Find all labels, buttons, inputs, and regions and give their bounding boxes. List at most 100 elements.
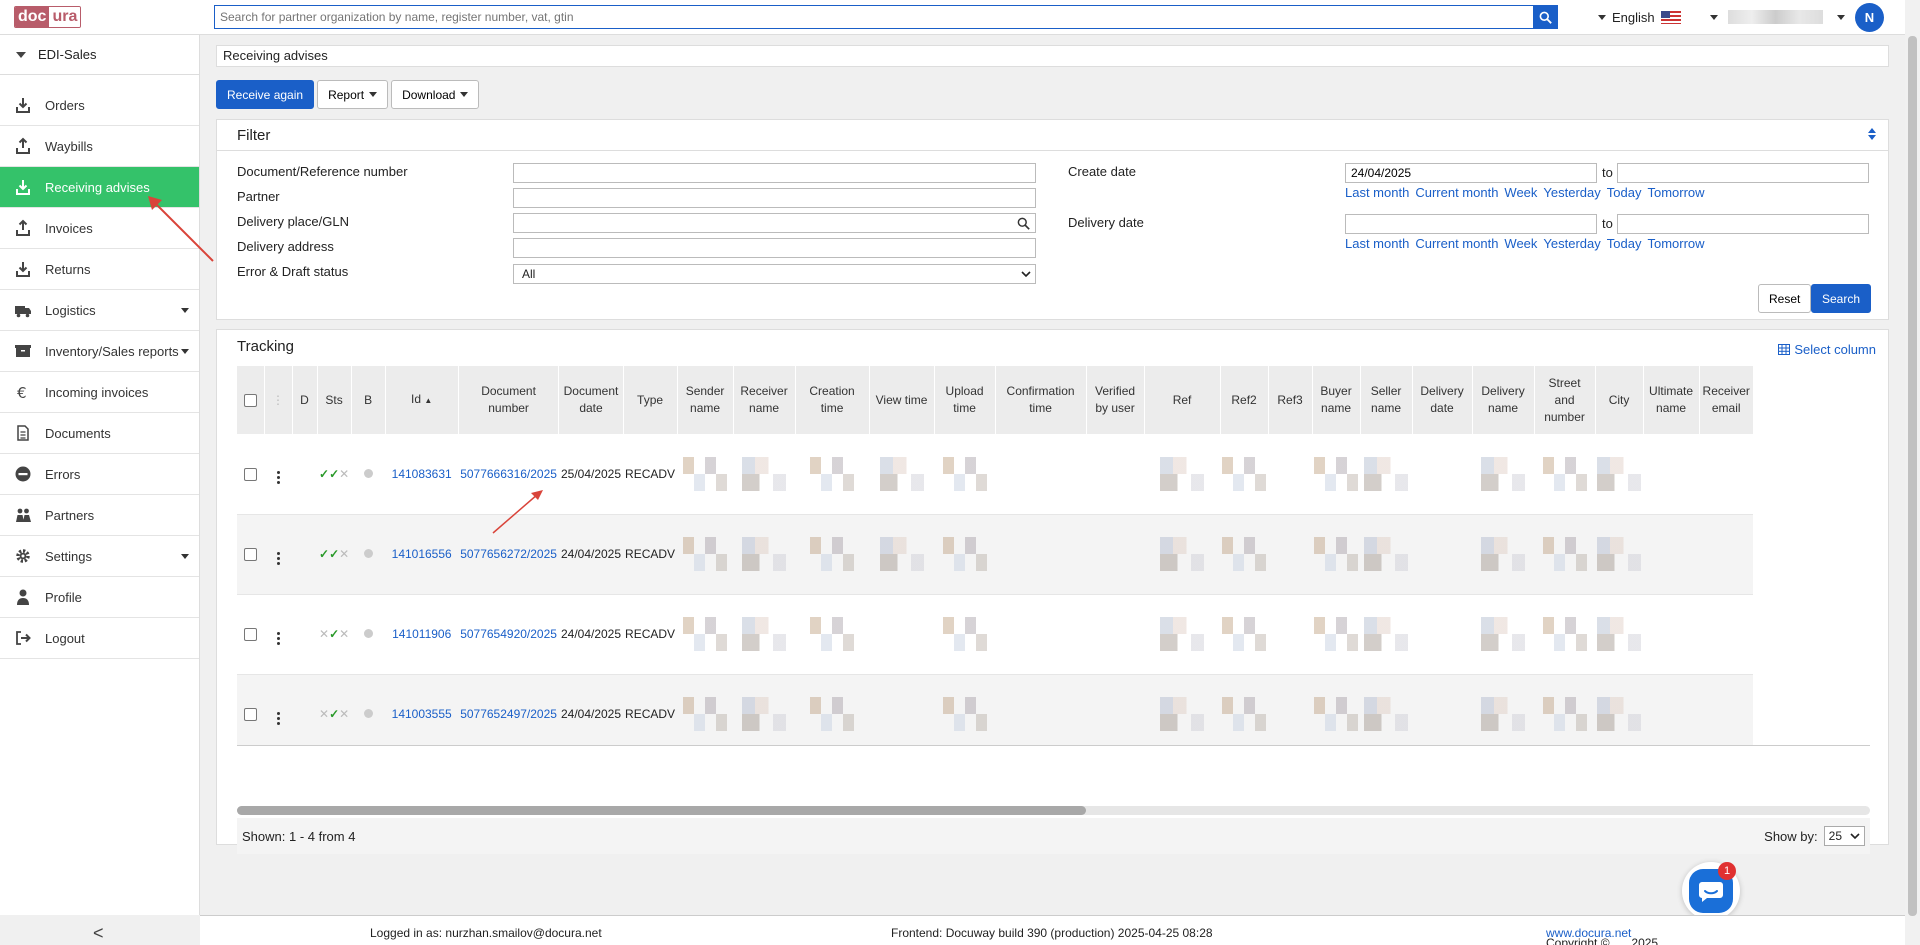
column-header[interactable]: Buyer name xyxy=(1312,366,1361,434)
select-column-button[interactable]: Select column xyxy=(1778,342,1876,357)
kebab-menu-icon[interactable] xyxy=(276,711,280,725)
column-header[interactable]: Id ▲ xyxy=(385,366,459,434)
sidebar-item-returns[interactable]: Returns xyxy=(0,249,199,290)
column-header[interactable]: Seller name xyxy=(1360,366,1413,434)
column-header[interactable]: Delivery date xyxy=(1412,366,1473,434)
sidebar-item-inventory-sales-reports[interactable]: Inventory/Sales reports xyxy=(0,331,199,372)
sidebar-item-invoices[interactable]: Invoices xyxy=(0,208,199,249)
column-header[interactable]: Ultimate name xyxy=(1643,366,1700,434)
sidebar-item-documents[interactable]: Documents xyxy=(0,413,199,454)
sidebar-item-receiving-advises[interactable]: Receiving advises xyxy=(0,167,199,208)
sidebar-item-logistics[interactable]: Logistics xyxy=(0,290,199,331)
chat-widget-button[interactable]: 1 xyxy=(1682,862,1740,920)
document-number-link[interactable]: 5077656272/2025 xyxy=(460,547,557,561)
column-header[interactable]: Creation time xyxy=(795,366,870,434)
sidebar-section-edi-sales[interactable]: EDI-Sales xyxy=(0,35,199,75)
search-button[interactable] xyxy=(1533,6,1557,28)
reset-button[interactable]: Reset xyxy=(1758,284,1812,313)
sidebar-item-profile[interactable]: Profile xyxy=(0,577,199,618)
sidebar-item-waybills[interactable]: Waybills xyxy=(0,126,199,167)
quick-link-yesterday[interactable]: Yesterday xyxy=(1543,236,1600,251)
column-header[interactable]: Sts xyxy=(317,366,352,434)
sidebar-item-orders[interactable]: Orders xyxy=(0,85,199,126)
row-checkbox[interactable] xyxy=(244,467,257,481)
column-header[interactable]: Receiver email xyxy=(1699,366,1754,434)
partner-search-input[interactable] xyxy=(215,6,1533,28)
docura-logo[interactable]: doc ura xyxy=(14,6,82,28)
quick-link-today[interactable]: Today xyxy=(1607,236,1642,251)
column-header[interactable]: Document date xyxy=(558,366,624,434)
column-header[interactable]: B xyxy=(351,366,386,434)
column-header[interactable]: Confirmation time xyxy=(995,366,1087,434)
kebab-menu-icon[interactable] xyxy=(276,471,280,485)
sidebar-item-errors[interactable]: Errors xyxy=(0,454,199,495)
table-row[interactable]: ✓✓✕ 141016556 5077656272/2025 24/04/2025 REC… xyxy=(237,514,1754,595)
quick-link-last-month[interactable]: Last month xyxy=(1345,185,1409,200)
column-header[interactable]: Upload time xyxy=(934,366,996,434)
document-number-link[interactable]: 5077654920/2025 xyxy=(460,627,557,641)
column-header[interactable]: Type xyxy=(623,366,678,434)
doc-ref-input[interactable] xyxy=(513,163,1036,183)
sidebar-item-settings[interactable]: Settings xyxy=(0,536,199,577)
avatar[interactable]: N xyxy=(1855,3,1884,32)
row-checkbox[interactable] xyxy=(244,708,257,722)
search-icon[interactable] xyxy=(1017,217,1030,230)
create-date-to-input[interactable] xyxy=(1617,163,1869,183)
quick-link-week[interactable]: Week xyxy=(1504,236,1537,251)
column-header[interactable]: City xyxy=(1595,366,1644,434)
download-dropdown-button[interactable]: Download xyxy=(391,80,480,109)
quick-link-yesterday[interactable]: Yesterday xyxy=(1543,185,1600,200)
column-header[interactable]: Street and number xyxy=(1534,366,1596,434)
document-id-link[interactable]: 141011906 xyxy=(392,627,451,641)
scrollbar-thumb[interactable] xyxy=(1908,36,1917,916)
column-header[interactable]: Delivery name xyxy=(1472,366,1535,434)
sidebar-collapse-button[interactable]: < xyxy=(93,923,104,944)
horizontal-scrollbar[interactable] xyxy=(237,806,1870,815)
sidebar-item-logout[interactable]: Logout xyxy=(0,618,199,659)
quick-link-week[interactable]: Week xyxy=(1504,185,1537,200)
delivery-address-input[interactable] xyxy=(513,238,1036,258)
quick-link-current-month[interactable]: Current month xyxy=(1415,236,1498,251)
quick-link-last-month[interactable]: Last month xyxy=(1345,236,1409,251)
page-size-select[interactable]: 25 xyxy=(1823,826,1865,846)
document-number-link[interactable]: 5077666316/2025 xyxy=(460,467,557,481)
document-id-link[interactable]: 141003555 xyxy=(392,707,452,721)
table-row[interactable]: ✕✓✕ 141003555 5077652497/2025 24/04/2025 REC… xyxy=(237,674,1754,745)
organization-selector[interactable] xyxy=(1710,10,1823,24)
column-header[interactable]: D xyxy=(292,366,318,434)
sort-toggle-icon[interactable] xyxy=(1868,128,1876,140)
create-date-from-input[interactable] xyxy=(1345,163,1597,183)
column-header[interactable]: Verified by user xyxy=(1086,366,1145,434)
user-menu-chevron-icon[interactable] xyxy=(1837,15,1845,20)
scrollbar-thumb[interactable] xyxy=(237,806,1087,815)
column-header[interactable]: Document number xyxy=(458,366,560,434)
row-checkbox[interactable] xyxy=(244,628,257,642)
quick-link-tomorrow[interactable]: Tomorrow xyxy=(1647,185,1704,200)
report-dropdown-button[interactable]: Report xyxy=(317,80,389,109)
select-all-checkbox[interactable] xyxy=(243,393,257,407)
kebab-menu-icon[interactable] xyxy=(276,551,280,565)
quick-link-tomorrow[interactable]: Tomorrow xyxy=(1647,236,1704,251)
row-checkbox[interactable] xyxy=(244,548,257,562)
quick-link-current-month[interactable]: Current month xyxy=(1415,185,1498,200)
partner-input[interactable] xyxy=(513,188,1036,208)
column-header[interactable]: Sender name xyxy=(677,366,734,434)
document-number-link[interactable]: 5077652497/2025 xyxy=(460,707,557,721)
language-selector[interactable]: English xyxy=(1598,10,1681,25)
error-status-select[interactable]: All xyxy=(513,264,1036,284)
search-button[interactable]: Search xyxy=(1811,284,1872,313)
table-row[interactable]: ✕✓✕ 141011906 5077654920/2025 24/04/2025 REC… xyxy=(237,594,1754,675)
page-scrollbar[interactable] xyxy=(1905,0,1920,945)
document-id-link[interactable]: 141016556 xyxy=(392,547,452,561)
column-header[interactable]: Ref3 xyxy=(1268,366,1313,434)
table-row[interactable]: ✓✓✕ 141083631 5077666316/2025 25/04/2025 REC… xyxy=(237,434,1754,515)
delivery-place-input[interactable] xyxy=(513,213,1036,233)
delivery-date-from-input[interactable] xyxy=(1345,214,1597,234)
column-header[interactable]: View time xyxy=(869,366,935,434)
delivery-date-to-input[interactable] xyxy=(1617,214,1869,234)
column-header[interactable]: Ref2 xyxy=(1220,366,1269,434)
sidebar-item-partners[interactable]: Partners xyxy=(0,495,199,536)
quick-link-today[interactable]: Today xyxy=(1607,185,1642,200)
kebab-menu-icon[interactable] xyxy=(276,631,280,645)
sidebar-item-incoming-invoices[interactable]: € Incoming invoices xyxy=(0,372,199,413)
